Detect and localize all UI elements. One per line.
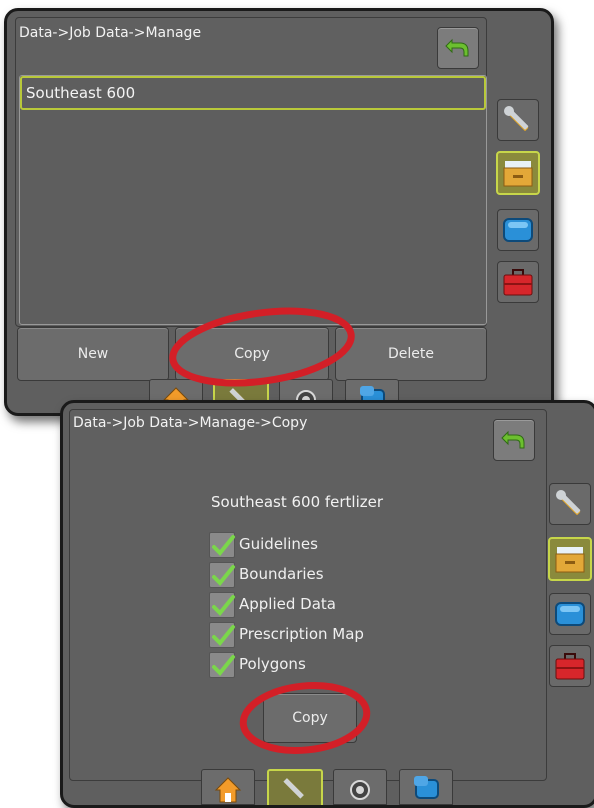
delete-button[interactable]: Delete: [335, 327, 487, 381]
tools-icon: [283, 778, 304, 799]
polygons-checkbox[interactable]: [209, 652, 235, 678]
data-drawer-icon: [555, 547, 585, 573]
toolbox-icon: [503, 269, 533, 296]
list-item-label: Southeast 600: [26, 84, 136, 102]
side-tab-console[interactable]: [549, 645, 591, 687]
bottom-tab-home[interactable]: [201, 769, 255, 805]
tools-icon: [556, 490, 581, 515]
boundaries-checkbox[interactable]: [209, 562, 235, 588]
bottom-tab-display[interactable]: [399, 769, 453, 805]
check-mark-icon: [212, 655, 235, 676]
check-mark-icon: [212, 565, 235, 586]
boundaries-label: Boundaries: [239, 565, 324, 583]
applied-data-checkbox[interactable]: [209, 592, 235, 618]
check-mark-icon: [212, 535, 235, 556]
back-button[interactable]: [437, 27, 479, 69]
job-name-label: Southeast 600 fertlizer: [211, 493, 384, 511]
side-tab-data[interactable]: [496, 151, 540, 195]
home-icon: [214, 777, 242, 803]
check-mark-icon: [212, 595, 235, 616]
job-data-copy-screen: Data->Job Data->Manage->Copy Southeast 6…: [60, 400, 594, 808]
side-tab-display[interactable]: [549, 593, 591, 635]
data-drawer-icon: [503, 161, 533, 187]
polygons-label: Polygons: [239, 655, 306, 673]
gnss-icon: [350, 780, 370, 800]
toolbox-icon: [555, 653, 585, 680]
check-mark-icon: [212, 625, 235, 646]
guidelines-label: Guidelines: [239, 535, 318, 553]
side-tab-tools[interactable]: [497, 99, 539, 141]
job-list[interactable]: Southeast 600: [19, 75, 487, 325]
copy-button[interactable]: Copy: [263, 693, 357, 743]
display-icon: [503, 218, 533, 242]
side-tab-data[interactable]: [548, 537, 592, 581]
guidelines-checkbox[interactable]: [209, 532, 235, 558]
list-item[interactable]: Southeast 600: [20, 76, 486, 110]
side-tab-console[interactable]: [497, 261, 539, 303]
prescription-map-checkbox[interactable]: [209, 622, 235, 648]
back-arrow-icon: [501, 430, 525, 449]
breadcrumb: Data->Job Data->Manage->Copy: [73, 415, 308, 431]
applied-data-label: Applied Data: [239, 595, 336, 613]
back-arrow-icon: [445, 38, 469, 57]
bottom-tab-gnss[interactable]: [333, 769, 387, 805]
copy-button[interactable]: Copy: [175, 327, 329, 381]
breadcrumb: Data->Job Data->Manage: [19, 25, 202, 41]
job-data-manage-screen: Data->Job Data->Manage Southeast 600 New…: [4, 8, 554, 416]
prescription-map-label: Prescription Map: [239, 625, 364, 643]
display-icon: [414, 776, 439, 799]
side-tab-display[interactable]: [497, 209, 539, 251]
back-button[interactable]: [493, 419, 535, 461]
display-icon: [555, 602, 585, 626]
bottom-tab-tools[interactable]: [267, 769, 323, 805]
side-tab-tools[interactable]: [549, 483, 591, 525]
tools-icon: [504, 106, 529, 131]
new-button[interactable]: New: [17, 327, 169, 381]
